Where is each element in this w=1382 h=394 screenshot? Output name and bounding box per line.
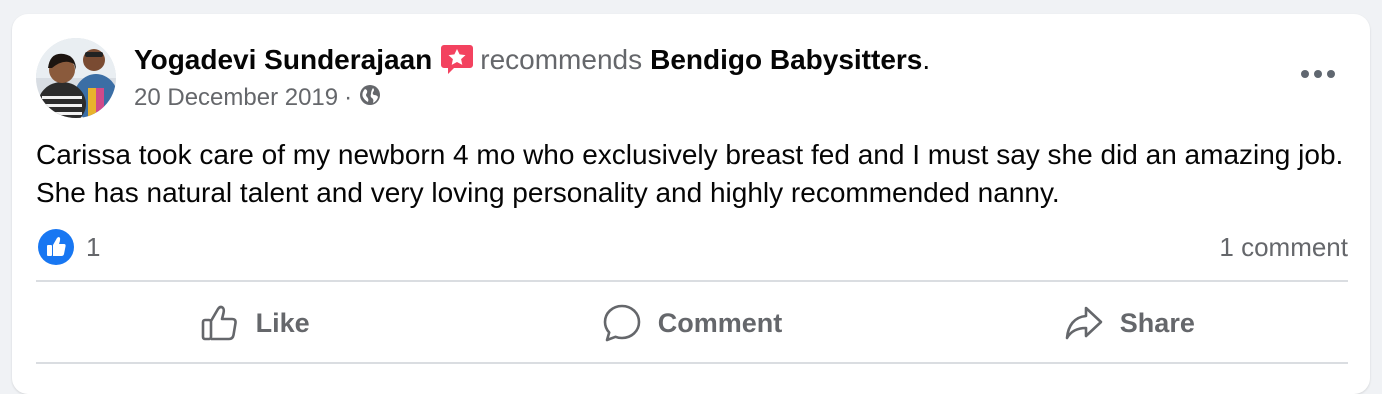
globe-icon xyxy=(358,83,382,114)
reaction-summary[interactable]: 1 xyxy=(38,228,100,266)
like-reaction-icon xyxy=(38,229,74,265)
more-options-button[interactable] xyxy=(1294,58,1342,90)
reaction-count: 1 xyxy=(86,231,101,262)
comment-bubble-icon xyxy=(603,304,641,342)
post-header: Yogadevi Sunderajaan recommends Bendigo … xyxy=(134,40,930,80)
comment-count-link[interactable]: 1 comment xyxy=(1219,228,1348,266)
avatar[interactable] xyxy=(36,38,116,118)
like-label: Like xyxy=(255,307,310,338)
action-bar: Like Comment Share xyxy=(36,284,1348,362)
title-period: . xyxy=(922,44,931,75)
avatar-photo xyxy=(36,38,116,118)
share-label: Share xyxy=(1119,307,1195,338)
post-meta: 20 December 2019 · xyxy=(134,82,382,114)
more-options-icon xyxy=(1301,70,1335,78)
author-name[interactable]: Yogadevi Sunderajaan xyxy=(134,44,432,76)
post-date[interactable]: 20 December 2019 xyxy=(134,84,338,112)
star-recommendation-icon xyxy=(440,43,474,77)
post-card: Yogadevi Sunderajaan recommends Bendigo … xyxy=(12,14,1370,394)
comment-label: Comment xyxy=(657,307,783,338)
share-button[interactable]: Share xyxy=(911,284,1348,362)
share-arrow-icon xyxy=(1065,306,1103,340)
page-name-link[interactable]: Bendigo Babysitters xyxy=(650,44,922,76)
meta-separator: · xyxy=(344,84,353,111)
divider xyxy=(36,280,1348,282)
post-body: Carissa took care of my newborn 4 mo who… xyxy=(36,139,1344,208)
comment-button[interactable]: Comment xyxy=(473,284,910,362)
like-button[interactable]: Like xyxy=(36,284,473,362)
recommends-label: recommends xyxy=(480,44,643,75)
thumbs-up-icon xyxy=(201,305,237,341)
divider xyxy=(36,362,1348,364)
